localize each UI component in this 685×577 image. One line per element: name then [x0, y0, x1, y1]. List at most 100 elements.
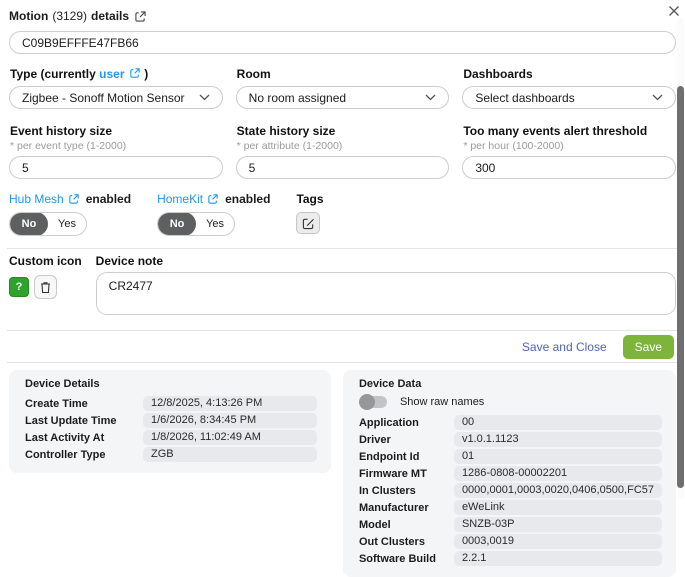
events-threshold-label: Too many events alert threshold	[463, 124, 676, 138]
event-history-column: Event history size * per event type (1-2…	[9, 124, 223, 179]
homekit-link[interactable]: HomeKit	[157, 192, 203, 206]
type-label: Type (currently user )	[10, 67, 223, 81]
table-row: Last Update Time 1/6/2026, 8:34:45 PM	[25, 413, 317, 428]
save-and-close-button[interactable]: Save and Close	[522, 340, 607, 354]
room-select[interactable]: No room assigned	[236, 86, 450, 109]
events-threshold-input[interactable]	[462, 156, 676, 179]
data-label: Endpoint Id	[359, 451, 454, 463]
type-column: Type (currently user ) Zigbee - Sonoff M…	[9, 67, 223, 109]
dashboards-column: Dashboards Select dashboards	[462, 67, 676, 109]
details-label: details	[91, 9, 129, 23]
detail-label: Last Activity At	[25, 432, 143, 444]
external-link-icon[interactable]	[135, 11, 146, 22]
data-value: eWeLink	[454, 500, 662, 515]
table-row: Endpoint Id 01	[359, 449, 662, 464]
data-value: 0000,0001,0003,0020,0406,0500,FC57	[454, 483, 662, 498]
hub-mesh-toggle-no[interactable]: No	[10, 212, 48, 236]
delete-icon-button[interactable]	[34, 275, 57, 299]
data-label: Model	[359, 519, 454, 531]
detail-value: 1/8/2026, 11:02:49 AM	[143, 430, 317, 445]
event-history-input[interactable]	[9, 156, 223, 179]
type-select[interactable]: Zigbee - Sonoff Motion Sensor	[9, 86, 223, 109]
homekit-group: HomeKit enabled No Yes	[157, 192, 270, 236]
device-name-title: Motion	[9, 9, 48, 23]
detail-label: Last Update Time	[25, 415, 143, 427]
chevron-down-icon	[199, 94, 210, 101]
device-note-input[interactable]: CR2477	[96, 272, 676, 315]
user-driver-link[interactable]: user	[99, 67, 124, 81]
enabled-label: enabled	[86, 192, 131, 206]
device-note-label: Device note	[96, 254, 676, 268]
custom-icon-label: Custom icon	[9, 254, 82, 268]
table-row: Create Time 12/8/2025, 4:13:26 PM	[25, 396, 317, 411]
hub-mesh-toggle[interactable]: No Yes	[9, 212, 87, 236]
device-details-dialog: Motion (3129) details Type (currently us…	[0, 0, 685, 500]
close-icon[interactable]	[668, 5, 682, 19]
device-details-title: Device Details	[25, 378, 317, 390]
state-history-label: State history size	[237, 124, 450, 138]
detail-value: 1/6/2026, 8:34:45 PM	[143, 413, 317, 428]
type-label-close: )	[144, 67, 148, 81]
device-name-input[interactable]	[9, 31, 676, 54]
room-column: Room No room assigned	[236, 67, 450, 109]
data-label: Manufacturer	[359, 502, 454, 514]
homekit-toggle-yes[interactable]: Yes	[196, 212, 234, 236]
event-history-label: Event history size	[10, 124, 223, 138]
external-link-icon[interactable]	[130, 68, 141, 79]
hub-mesh-toggle-yes[interactable]: Yes	[48, 212, 86, 236]
trash-icon	[40, 281, 51, 294]
room-label: Room	[237, 67, 450, 81]
device-data-panel: Device Data Show raw names Application 0…	[343, 370, 676, 577]
question-icon[interactable]: ?	[9, 277, 29, 297]
data-label: In Clusters	[359, 485, 454, 497]
type-label-text: Type (currently	[10, 67, 96, 81]
data-label: Driver	[359, 434, 454, 446]
state-history-input[interactable]	[236, 156, 450, 179]
custom-icon-column: Custom icon ?	[9, 254, 82, 318]
toggle-knob	[359, 394, 375, 410]
data-value: 00	[454, 415, 662, 430]
external-link-icon[interactable]	[208, 194, 219, 205]
dashboards-select-placeholder: Select dashboards	[475, 91, 574, 105]
events-threshold-column: Too many events alert threshold * per ho…	[462, 124, 676, 179]
chevron-down-icon	[652, 94, 663, 101]
show-raw-names-toggle[interactable]	[361, 396, 387, 408]
data-label: Software Build	[359, 553, 454, 565]
data-label: Out Clusters	[359, 536, 454, 548]
chevron-down-icon	[425, 94, 436, 101]
type-select-value: Zigbee - Sonoff Motion Sensor	[22, 91, 185, 105]
hub-mesh-group: Hub Mesh enabled No Yes	[9, 192, 131, 236]
homekit-toggle-no[interactable]: No	[158, 212, 196, 236]
dashboards-label: Dashboards	[463, 67, 676, 81]
dialog-header: Motion (3129) details	[9, 8, 676, 24]
data-label: Firmware MT	[359, 468, 454, 480]
edit-tags-button[interactable]	[296, 212, 320, 234]
external-link-icon[interactable]	[69, 194, 80, 205]
table-row: Model SNZB-03P	[359, 517, 662, 532]
table-row: Manufacturer eWeLink	[359, 500, 662, 515]
question-glyph: ?	[16, 281, 23, 293]
detail-label: Create Time	[25, 398, 143, 410]
table-row: Software Build 2.2.1	[359, 551, 662, 566]
event-history-hint: * per event type (1-2000)	[10, 140, 223, 152]
table-row: Controller Type ZGB	[25, 447, 317, 462]
homekit-toggle[interactable]: No Yes	[157, 212, 235, 236]
edit-tags-icon	[302, 217, 315, 230]
hub-mesh-link[interactable]: Hub Mesh	[9, 192, 64, 206]
data-value: SNZB-03P	[454, 517, 662, 532]
detail-label: Controller Type	[25, 449, 143, 461]
table-row: Out Clusters 0003,0019	[359, 534, 662, 549]
table-row: In Clusters 0000,0001,0003,0020,0406,050…	[359, 483, 662, 498]
table-row: Driver v1.0.1.1123	[359, 432, 662, 447]
dashboards-select[interactable]: Select dashboards	[462, 86, 676, 109]
data-value: 1286-0808-00002201	[454, 466, 662, 481]
section-divider	[7, 248, 678, 249]
save-button[interactable]: Save	[623, 335, 674, 359]
device-id: (3129)	[52, 9, 87, 23]
table-row: Firmware MT 1286-0808-00002201	[359, 466, 662, 481]
detail-value: 12/8/2025, 4:13:26 PM	[143, 396, 317, 411]
device-data-title: Device Data	[359, 378, 662, 390]
room-select-value: No room assigned	[249, 91, 346, 105]
scrollbar-thumb[interactable]	[677, 86, 684, 488]
table-row: Last Activity At 1/8/2026, 11:02:49 AM	[25, 430, 317, 445]
